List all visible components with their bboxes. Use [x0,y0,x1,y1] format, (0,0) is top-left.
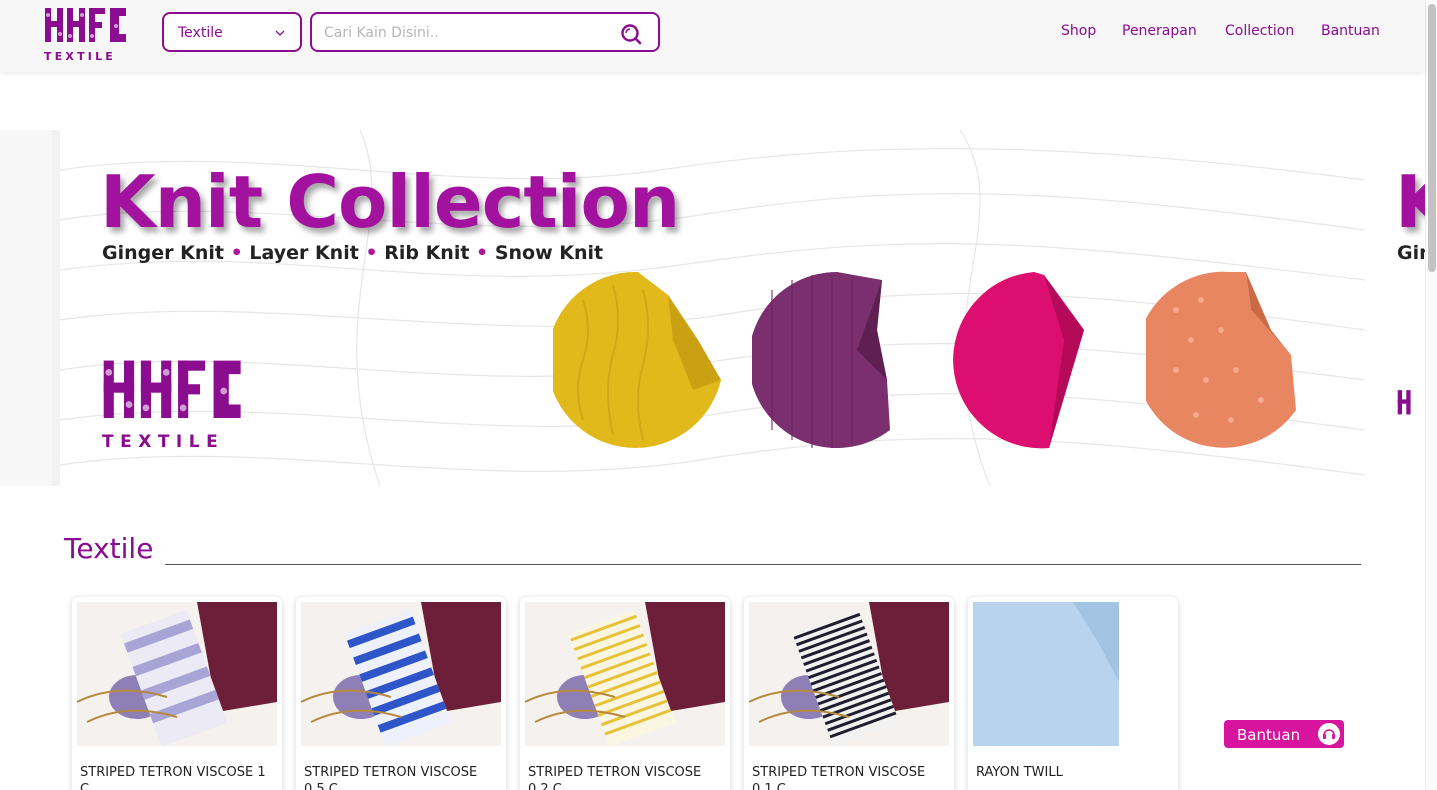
product-image[interactable] [525,602,725,746]
product-card[interactable]: STRIPED TETRON VISCOSE 0,2 C... [520,597,730,790]
nav-collection-link[interactable]: Collection [1225,23,1294,39]
separator-dot: • [230,242,243,264]
next-slide-subtitle: Gir [1397,242,1425,264]
fabric-swatch-snow-knit [1146,271,1296,448]
banner-item-rib-knit: Rib Knit [384,242,470,264]
separator-dot: • [476,242,489,264]
search-bar [310,12,660,52]
nav-penerapan[interactable]: Penerapan [1122,23,1197,39]
hero-carousel[interactable]: Knit Collection Ginger Knit • Layer Knit… [0,130,1425,486]
category-select-value: Textile [178,25,223,41]
category-select[interactable]: Textile [162,12,302,52]
product-name[interactable]: RAYON TWILL [976,764,1172,781]
chat-support-icon [1316,721,1342,747]
previous-slide-peek [0,130,52,486]
page-scrollbar[interactable] [1425,0,1437,790]
fabric-swatch-ginger-knit [553,271,721,448]
logo-text: TEXTILE [44,50,117,63]
logo-letters-graphic [1397,390,1411,415]
product-card[interactable]: RAYON TWILL [968,597,1178,790]
brand-logo[interactable]: TEXTILE [44,6,128,63]
product-name[interactable]: STRIPED TETRON VISCOSE 0,2 C... [528,764,724,790]
product-card[interactable]: STRIPED TETRON VISCOSE 1 C... [72,597,282,790]
search-input[interactable] [324,22,604,44]
next-slide-peek[interactable]: K Gir [1365,130,1425,486]
product-name[interactable]: STRIPED TETRON VISCOSE 0,1 C... [752,764,948,790]
section-title: Textile [64,532,154,565]
nav-shop-link[interactable]: Shop [1061,23,1096,39]
nav-bantuan-link[interactable]: Bantuan [1321,23,1380,39]
search-icon[interactable] [620,23,642,45]
product-image[interactable] [749,602,949,746]
help-chat-button[interactable]: Bantuan [1224,720,1344,748]
next-slide-title: K [1395,160,1425,244]
nav-shop[interactable]: Shop [1061,23,1096,39]
banner-item-snow-knit: Snow Knit [494,242,604,264]
logo-letters-graphic [103,360,241,419]
logo-letters-graphic [45,8,126,42]
banner-item-ginger-knit: Ginger Knit [102,242,224,264]
product-card[interactable]: STRIPED TETRON VISCOSE 0,5 C... [296,597,506,790]
banner-subtitle: Ginger Knit • Layer Knit • Rib Knit • Sn… [102,242,603,264]
product-image[interactable] [301,602,501,746]
logo-text: TEXTILE [102,432,225,452]
separator-dot: • [365,242,378,264]
fabric-swatch-rib-knit [953,272,1084,449]
nav-collection[interactable]: Collection [1225,23,1294,39]
page: TEXTILE Textile Shop Penerapan Collectio… [0,0,1437,790]
chevron-down-icon [275,30,285,36]
fabric-swatch-layer-knit [752,271,890,448]
scrollbar-thumb[interactable] [1428,4,1436,272]
product-card[interactable]: STRIPED TETRON VISCOSE 0,1 C... [744,597,954,790]
product-name[interactable]: STRIPED TETRON VISCOSE 0,5 C... [304,764,500,790]
product-image[interactable] [973,602,1173,746]
banner-title: Knit Collection [100,160,680,244]
help-label: Bantuan [1237,726,1301,744]
nav-bantuan[interactable]: Bantuan [1321,23,1380,39]
banner-brand-logo: TEXTILE [102,356,244,452]
product-name[interactable]: STRIPED TETRON VISCOSE 1 C... [80,764,276,790]
nav-penerapan-link[interactable]: Penerapan [1122,23,1197,39]
section-divider [165,564,1361,565]
top-header: TEXTILE Textile Shop Penerapan Collectio… [0,0,1425,72]
product-image[interactable] [77,602,277,746]
banner-item-layer-knit: Layer Knit [249,242,359,264]
